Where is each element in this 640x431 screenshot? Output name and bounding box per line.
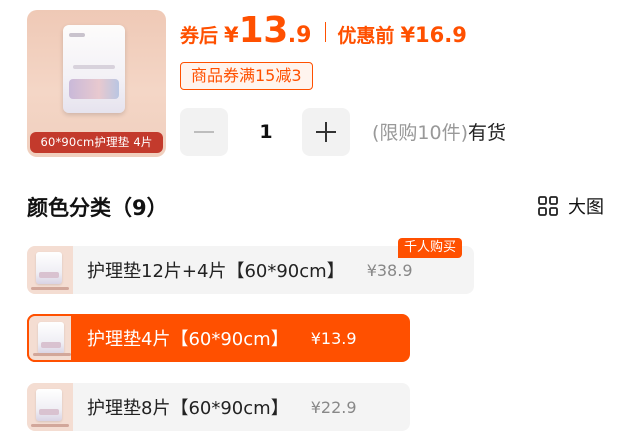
original-price-label: 优惠前: [337, 25, 395, 47]
sku-option-name: 护理垫12片+4片【60*90cm】: [87, 261, 345, 282]
sku-option-thumbnail: [27, 314, 73, 362]
sku-option-name: 护理垫4片【60*90cm】: [87, 329, 289, 350]
purchase-limit-text: (限购10件): [372, 122, 469, 144]
large-view-toggle[interactable]: 大图: [538, 193, 604, 219]
grid-view-icon: [538, 196, 558, 216]
section-title: 颜色分类（9）: [27, 196, 168, 220]
currency-symbol: ¥: [224, 23, 239, 47]
large-view-label: 大图: [568, 197, 604, 218]
sku-option-selected[interactable]: 护理垫4片【60*90cm】 ¥13.9: [27, 314, 410, 362]
sku-option-price: ¥13.9: [310, 328, 357, 348]
thumbnail-spec-label: 60*90cm护理垫 4片: [30, 132, 163, 153]
product-thumbnail[interactable]: 60*90cm护理垫 4片: [27, 10, 166, 157]
sku-option[interactable]: 护理垫8片【60*90cm】 ¥22.9: [27, 383, 410, 431]
coupon-price-decimal: .9: [287, 23, 312, 48]
coupon-price-label: 券后: [180, 25, 219, 47]
product-package-image: [63, 25, 125, 113]
sku-option-price: ¥22.9: [310, 397, 357, 417]
coupon-price-integer: 13: [238, 10, 289, 51]
price-row: 券后 ¥ 13 .9 优惠前 ¥16.9: [180, 10, 467, 54]
price-divider: [325, 22, 327, 42]
decrease-quantity-button[interactable]: [180, 108, 228, 156]
purchase-limit: (限购10件)有货: [372, 118, 506, 145]
stock-status: 有货: [468, 122, 507, 144]
minus-icon: [194, 131, 214, 133]
coupon-tag[interactable]: 商品券满15减3: [180, 62, 313, 90]
sku-option-thumbnail: [27, 246, 73, 294]
sku-option-thumbnail: [27, 383, 73, 431]
popular-badge: 千人购买: [398, 238, 463, 258]
original-price: ¥16.9: [400, 23, 467, 47]
quantity-value[interactable]: 1: [240, 108, 292, 156]
sku-option-name: 护理垫8片【60*90cm】: [87, 398, 289, 419]
increase-quantity-button[interactable]: [302, 108, 350, 156]
sku-option-price: ¥38.9: [366, 260, 413, 280]
